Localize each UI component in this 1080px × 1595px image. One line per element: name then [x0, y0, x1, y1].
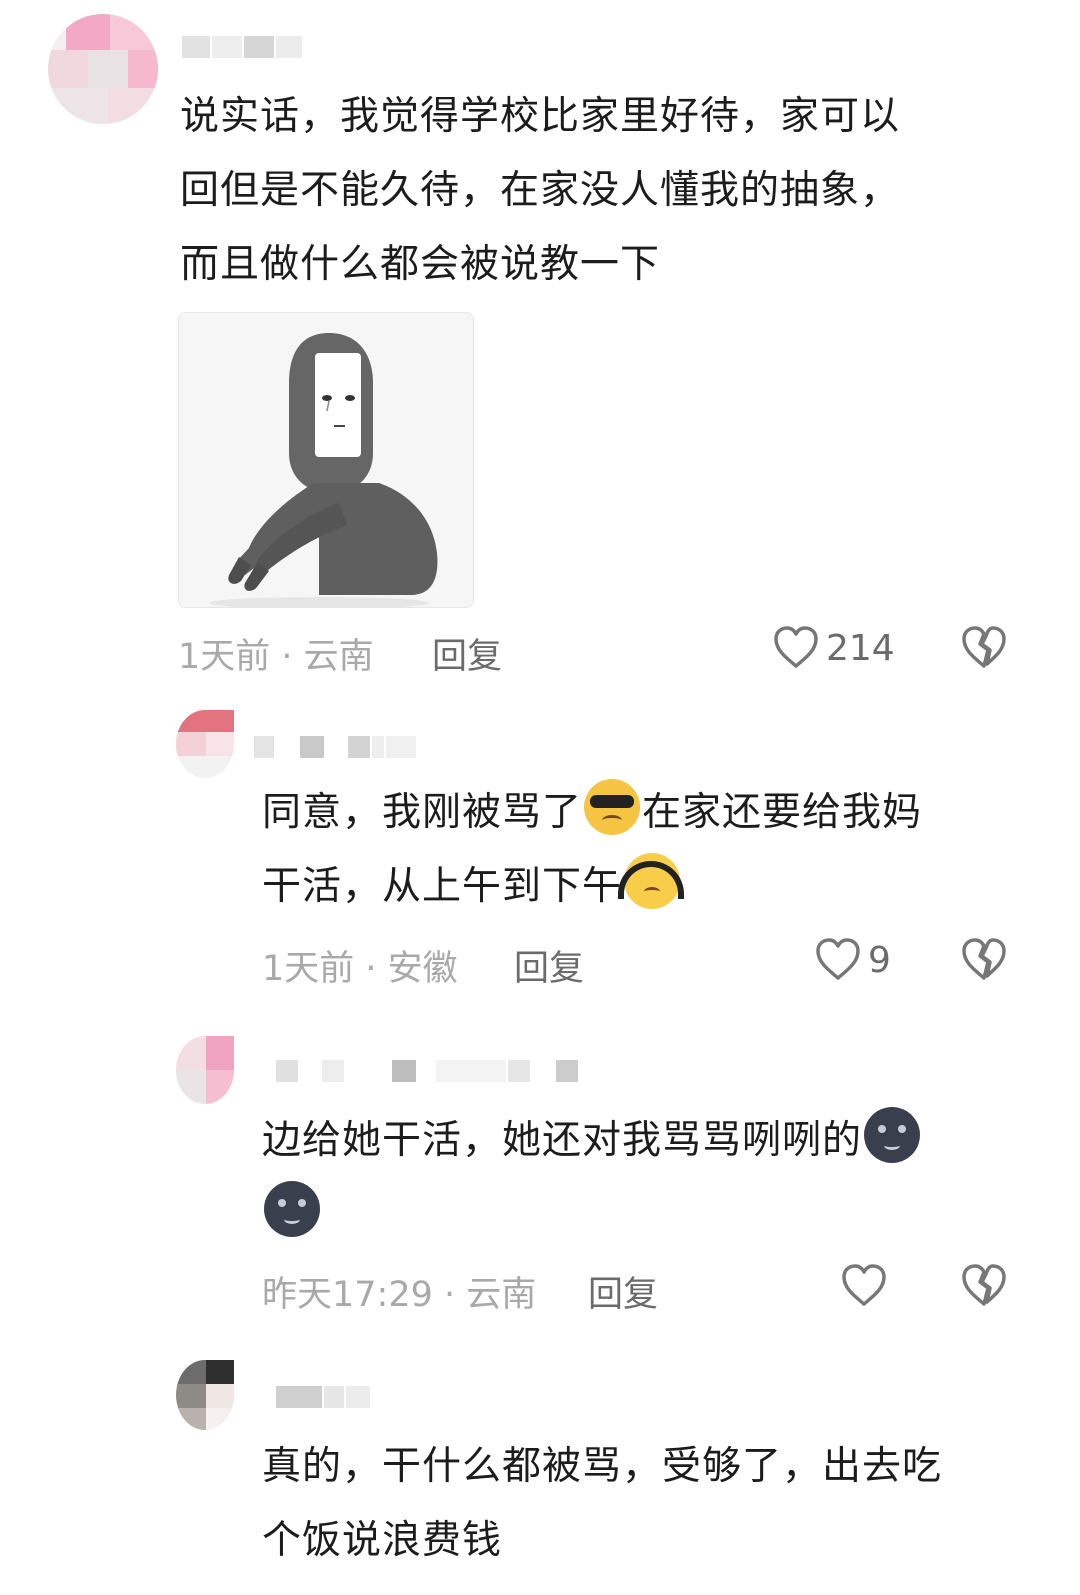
crying-sunglasses-emoji: [584, 779, 641, 835]
comment-meta: 1天前 · 云南: [178, 637, 374, 677]
username[interactable]: [182, 36, 302, 62]
like-count: 9: [868, 940, 891, 981]
broken-heart-icon[interactable]: [960, 624, 1008, 670]
avatar[interactable]: [176, 710, 234, 778]
headphone-face-emoji: [618, 853, 685, 909]
avatar[interactable]: [176, 1036, 234, 1104]
heart-outline-icon[interactable]: [814, 936, 862, 982]
comment-text: 说实话，我觉得学校比家里好待，家可以 回但是不能久待，在家没人懂我的抽象， 而且…: [180, 94, 901, 287]
avatar[interactable]: [48, 14, 158, 124]
broken-heart-icon[interactable]: [960, 1262, 1008, 1308]
comment-thread: 说实话，我觉得学校比家里好待，家可以 回但是不能久待，在家没人懂我的抽象， 而且…: [0, 0, 1080, 1595]
broken-heart-icon[interactable]: [960, 936, 1008, 982]
new-moon-face-emoji: [264, 1181, 320, 1237]
username[interactable]: [276, 1386, 370, 1412]
comment-text: 真的，干什么都被骂，受够了，出去吃 个饭说浪费钱: [262, 1444, 943, 1563]
meme-figure-icon: [179, 313, 473, 607]
like-count: 214: [826, 628, 895, 669]
username[interactable]: [276, 1060, 578, 1086]
new-moon-face-emoji: [864, 1107, 921, 1163]
heart-outline-icon[interactable]: [772, 624, 820, 670]
comment-meta: 1天前 · 安徽: [262, 949, 458, 989]
sticker-image[interactable]: [178, 312, 474, 608]
comment-text: 边给她干活，她还对我骂骂咧咧的: [262, 1104, 922, 1252]
username[interactable]: [254, 736, 416, 762]
comment-meta: 昨天17:29 · 云南: [262, 1275, 537, 1315]
reply-button[interactable]: 回复: [432, 628, 502, 679]
reply-button[interactable]: 回复: [514, 940, 584, 991]
heart-outline-icon[interactable]: [840, 1262, 888, 1308]
reply-button[interactable]: 回复: [588, 1266, 658, 1317]
comment-text: 同意，我刚被骂了 在家还要给我妈 干活，从上午到下午: [262, 776, 922, 924]
avatar[interactable]: [176, 1360, 234, 1430]
